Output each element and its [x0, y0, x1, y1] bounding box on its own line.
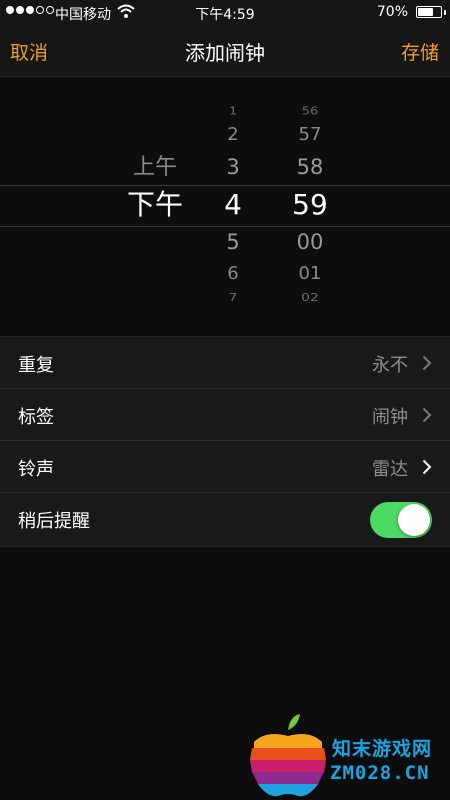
battery-percentage: 70% — [376, 4, 408, 20]
picker-ampm-option[interactable]: 上午 — [110, 157, 200, 179]
picker-ampm-selected[interactable]: 下午 — [110, 191, 200, 219]
settings-row-repeat[interactable]: 重复 永不 — [0, 337, 450, 389]
picker-minute-option[interactable]: 01 — [280, 265, 340, 283]
picker-minute-option[interactable]: 00 — [280, 232, 340, 253]
save-button[interactable]: 存储 — [401, 38, 439, 65]
picker-minute-option[interactable]: 57 — [280, 126, 340, 144]
snooze-label: 稍后提醒 — [18, 511, 90, 532]
settings-row-label[interactable]: 标签 闹钟 — [0, 389, 450, 441]
battery-icon — [416, 6, 442, 18]
repeat-label: 重复 — [18, 355, 54, 376]
picker-hour-option[interactable]: 5 — [205, 232, 261, 253]
status-bar: 中国移动 下午4:59 70% — [0, 0, 450, 26]
picker-hour-selected[interactable]: 4 — [205, 191, 261, 219]
picker-hour-option[interactable]: 3 — [205, 157, 261, 178]
watermark-site-name: 知末游戏网 — [332, 738, 433, 760]
settings-row-sound[interactable]: 铃声 雷达 — [0, 441, 450, 493]
picker-hour-option[interactable]: 2 — [205, 126, 261, 144]
chevron-right-icon — [422, 459, 432, 479]
tag-label: 标签 — [18, 407, 54, 428]
watermark-domain: ZM028.CN — [330, 762, 430, 784]
watermark: 知末游戏网 ZM028.CN — [246, 712, 450, 800]
time-picker[interactable]: 上午 下午 1 2 3 4 5 6 7 56 57 58 59 00 01 02 — [0, 77, 450, 332]
sound-label: 铃声 — [18, 459, 54, 480]
toggle-knob — [398, 504, 430, 536]
sound-value: 雷达 — [372, 459, 408, 480]
chevron-right-icon — [422, 407, 432, 427]
add-alarm-screen: 中国移动 下午4:59 70% 取消 添加闹钟 存储 上午 下午 1 2 3 4… — [0, 0, 450, 800]
picker-minute-option[interactable]: 58 — [280, 157, 340, 178]
chevron-right-icon — [422, 355, 432, 375]
picker-hour-option[interactable]: 1 — [205, 106, 261, 116]
snooze-toggle[interactable] — [370, 502, 432, 538]
repeat-value: 永不 — [372, 355, 408, 376]
navigation-bar: 取消 添加闹钟 存储 — [0, 26, 450, 77]
apple-logo-icon — [250, 714, 326, 797]
picker-minute-option[interactable]: 56 — [280, 106, 340, 116]
alarm-settings-list: 重复 永不 标签 闹钟 铃声 雷达 稍后提醒 — [0, 336, 450, 547]
picker-hour-option[interactable]: 6 — [205, 265, 261, 283]
page-title: 添加闹钟 — [185, 41, 265, 65]
settings-row-snooze: 稍后提醒 — [0, 493, 450, 546]
tag-value: 闹钟 — [372, 407, 408, 428]
picker-minute-selected[interactable]: 59 — [280, 191, 340, 219]
picker-minute-option[interactable]: 02 — [280, 293, 340, 304]
picker-hour-option[interactable]: 7 — [205, 293, 261, 304]
